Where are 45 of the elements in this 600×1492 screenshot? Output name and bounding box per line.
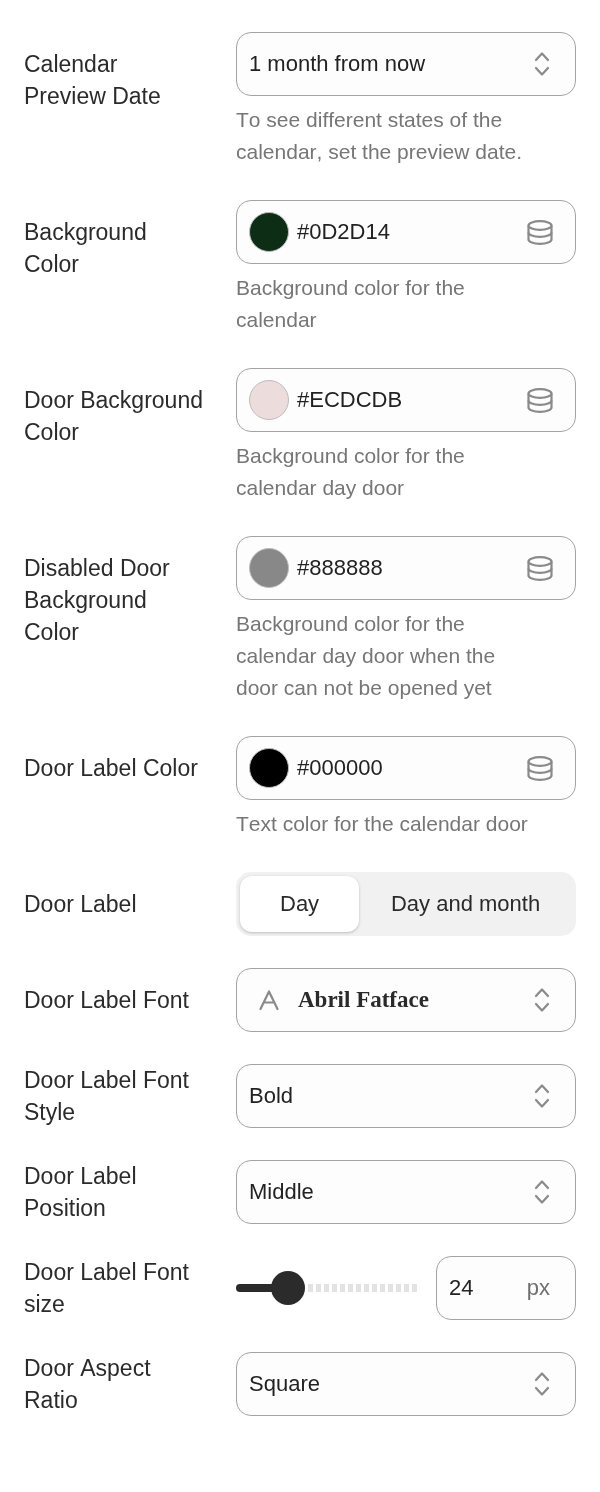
- field-label: Disabled Door Background Color: [24, 554, 171, 647]
- number-input[interactable]: 24 px: [436, 1256, 576, 1320]
- field-label: Calendar Preview Date: [24, 50, 162, 111]
- color-field[interactable]: #888888: [236, 536, 576, 600]
- help-text: Background color for the calendar day door when the door can not be opened yet: [236, 611, 497, 701]
- slider-thumb[interactable]: [270, 1271, 305, 1305]
- font-icon: [259, 990, 279, 1010]
- chevron-updown-icon: [534, 1371, 550, 1397]
- database-icon[interactable]: [527, 555, 553, 581]
- segment-option[interactable]: Day: [240, 876, 360, 932]
- swatch-icon[interactable]: [249, 748, 289, 788]
- segment-option[interactable]: Day and month: [359, 876, 572, 932]
- database-icon[interactable]: [527, 219, 553, 245]
- unit-label: px: [526, 1275, 550, 1301]
- swatch-icon[interactable]: [249, 548, 289, 588]
- field-label: Door Label Font Style: [24, 1066, 190, 1127]
- field-label: Door Label Color: [24, 754, 199, 783]
- field-label: Door Label Position: [24, 1162, 138, 1223]
- field-label: Door Background Color: [24, 386, 204, 447]
- swatch-icon[interactable]: [249, 212, 289, 252]
- font-dropdown[interactable]: Abril Fatface: [236, 968, 576, 1032]
- help-text: To see different states of the calendar, set the preview date.: [236, 107, 523, 165]
- color-field[interactable]: #000000: [236, 736, 576, 800]
- field-label: Background Color: [24, 218, 148, 279]
- dropdown[interactable]: Middle: [236, 1160, 576, 1224]
- swatch-icon[interactable]: [249, 380, 289, 420]
- color-field[interactable]: #ECDCDB: [236, 368, 576, 432]
- field-label: Door Aspect Ratio: [24, 1354, 152, 1415]
- field-label: Door Label Font: [24, 986, 190, 1015]
- database-icon[interactable]: [527, 387, 553, 413]
- dropdown[interactable]: Bold: [236, 1064, 576, 1128]
- dropdown[interactable]: Square: [236, 1352, 576, 1416]
- chevron-updown-icon: [534, 987, 550, 1013]
- chevron-updown-icon: [534, 1179, 550, 1205]
- chevron-updown-icon: [534, 1083, 550, 1109]
- help-text: Text color for the calendar door: [236, 811, 529, 837]
- dropdown[interactable]: 1 month from now: [236, 32, 576, 96]
- field-label: Door Label Font size: [24, 1258, 190, 1319]
- help-text: Background color for the calendar: [236, 275, 466, 333]
- database-icon[interactable]: [527, 755, 553, 781]
- color-field[interactable]: #0D2D14: [236, 200, 576, 264]
- help-text: Background color for the calendar day door: [236, 443, 466, 501]
- chevron-updown-icon: [534, 51, 550, 77]
- field-label: Door Label: [24, 890, 138, 919]
- slider-track[interactable]: [236, 1271, 420, 1305]
